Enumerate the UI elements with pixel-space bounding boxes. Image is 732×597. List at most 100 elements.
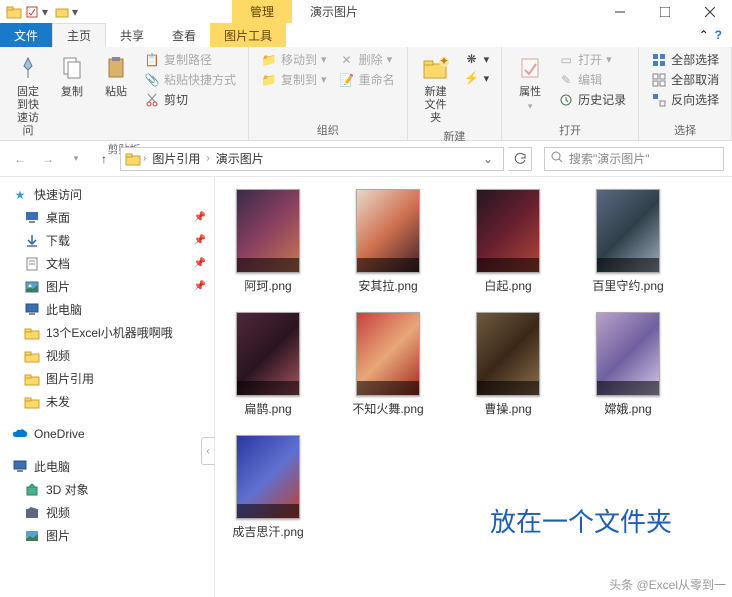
- paste-shortcut-button[interactable]: 📎粘贴快捷方式: [140, 70, 240, 89]
- file-item[interactable]: 百里守约.png: [583, 189, 673, 294]
- sidebar-item-icon: [24, 279, 40, 295]
- file-name: 嫦娥.png: [604, 400, 651, 417]
- close-button[interactable]: [687, 0, 732, 23]
- qat-menu-icon[interactable]: ▾: [72, 5, 82, 19]
- tab-file[interactable]: 文件: [0, 23, 52, 47]
- annotation-text: 放在一个文件夹: [490, 502, 672, 539]
- help-icon[interactable]: ?: [715, 28, 722, 42]
- title-bar: ▾ ▾ 管理 演示图片: [0, 0, 732, 23]
- new-item-button[interactable]: ❋ ▾: [460, 50, 494, 68]
- sidebar-item[interactable]: 图片引用: [0, 367, 214, 390]
- paste-button[interactable]: 粘贴: [96, 50, 136, 101]
- move-icon: 📁: [261, 52, 277, 68]
- cut-button[interactable]: 剪切: [140, 90, 240, 109]
- sidebar-item[interactable]: 视频: [0, 501, 214, 524]
- sidebar-item[interactable]: 下载📌: [0, 229, 214, 252]
- invert-selection-button[interactable]: 反向选择: [647, 90, 723, 109]
- file-item[interactable]: 曹操.png: [463, 312, 553, 417]
- sidebar-item[interactable]: 桌面📌: [0, 206, 214, 229]
- tab-share[interactable]: 共享: [106, 23, 158, 47]
- maximize-button[interactable]: [642, 0, 687, 23]
- pin-to-quick-access-button[interactable]: 固定到快 速访问: [8, 50, 48, 140]
- file-item[interactable]: 安其拉.png: [343, 189, 433, 294]
- file-thumbnail: [236, 189, 300, 273]
- tab-home[interactable]: 主页: [52, 23, 106, 47]
- sidebar-item[interactable]: 3D 对象: [0, 478, 214, 501]
- file-item[interactable]: 阿珂.png: [223, 189, 313, 294]
- refresh-button[interactable]: [508, 147, 532, 171]
- file-item[interactable]: 扁鹊.png: [223, 312, 313, 417]
- up-button[interactable]: ↑: [92, 147, 116, 171]
- history-button[interactable]: 历史记录: [554, 90, 630, 109]
- file-name: 成吉思汗.png: [232, 523, 303, 540]
- sidebar-onedrive[interactable]: OneDrive: [0, 423, 214, 445]
- file-item[interactable]: 白起.png: [463, 189, 553, 294]
- delete-button[interactable]: ✕删除 ▾: [335, 50, 399, 69]
- file-name: 扁鹊.png: [244, 400, 291, 417]
- properties-icon: [514, 52, 546, 84]
- file-item[interactable]: 成吉思汗.png: [223, 435, 313, 540]
- sidebar-item-icon: [24, 325, 40, 341]
- file-view[interactable]: 阿珂.png 安其拉.png 白起.png 百里守约.png 扁鹊.png 不知火舞.pn…: [215, 177, 732, 597]
- sidebar-item[interactable]: 图片📌: [0, 275, 214, 298]
- sidebar-item[interactable]: 视频: [0, 344, 214, 367]
- sidebar-quick-access[interactable]: ★快速访问: [0, 183, 214, 206]
- tab-view[interactable]: 查看: [158, 23, 210, 47]
- select-all-button[interactable]: 全部选择: [647, 50, 723, 69]
- new-item-icon: ❋: [464, 51, 480, 67]
- file-name: 不知火舞.png: [352, 400, 423, 417]
- sidebar-item-icon: [24, 233, 40, 249]
- delete-icon: ✕: [339, 52, 355, 68]
- sidebar-item[interactable]: 图片: [0, 524, 214, 547]
- sidebar-item-label: 桌面: [46, 209, 70, 226]
- sidebar-item[interactable]: 文档📌: [0, 252, 214, 275]
- select-none-button[interactable]: 全部取消: [647, 70, 723, 89]
- sidebar-item-icon: [24, 482, 40, 498]
- selectnone-icon: [651, 72, 667, 88]
- copy-path-button[interactable]: 📋复制路径: [140, 50, 240, 69]
- ribbon-collapse-icon[interactable]: ⌃: [699, 28, 709, 42]
- copy-to-button[interactable]: 📁复制到 ▾: [257, 70, 331, 89]
- properties-icon[interactable]: [24, 4, 40, 20]
- move-to-button[interactable]: 📁移动到 ▾: [257, 50, 331, 69]
- file-item[interactable]: 嫦娥.png: [583, 312, 673, 417]
- quick-access-toolbar: ▾ ▾: [0, 4, 82, 20]
- sidebar-collapse-handle[interactable]: ‹: [201, 437, 215, 465]
- chevron-icon[interactable]: ›: [143, 153, 146, 164]
- breadcrumb-dropdown-icon[interactable]: ⌄: [477, 152, 499, 166]
- sidebar-item[interactable]: 此电脑: [0, 298, 214, 321]
- recent-dropdown[interactable]: ▾: [64, 147, 88, 171]
- file-item[interactable]: 不知火舞.png: [343, 312, 433, 417]
- rename-button[interactable]: 📝重命名: [335, 70, 399, 89]
- rename-icon: 📝: [339, 72, 355, 88]
- easy-access-button[interactable]: ⚡ ▾: [460, 69, 494, 87]
- cut-icon: [144, 92, 160, 108]
- navigation-pane[interactable]: ★快速访问 桌面📌下载📌文档📌图片📌 此电脑13个Excel小机器哦啊哦视频图片…: [0, 177, 215, 597]
- qat-dropdown-icon[interactable]: ▾: [42, 5, 52, 19]
- file-thumbnail: [356, 189, 420, 273]
- sidebar-item[interactable]: 13个Excel小机器哦啊哦: [0, 321, 214, 344]
- breadcrumb-seg-1[interactable]: 图片引用: [148, 150, 204, 167]
- edit-button[interactable]: ✎编辑: [554, 70, 630, 89]
- tab-picture-tools[interactable]: 图片工具: [210, 23, 286, 47]
- new-folder-button[interactable]: ✦ 新建 文件夹: [416, 50, 456, 127]
- open-button[interactable]: ▭打开 ▾: [554, 50, 630, 69]
- file-name: 曹操.png: [484, 400, 531, 417]
- forward-button[interactable]: →: [36, 147, 60, 171]
- search-input[interactable]: 搜索"演示图片": [544, 147, 724, 171]
- contextual-tabs: 管理 演示图片: [232, 0, 376, 23]
- context-tab-manage[interactable]: 管理: [232, 0, 292, 23]
- chevron-icon[interactable]: ›: [206, 153, 209, 164]
- sidebar-item[interactable]: 未发: [0, 390, 214, 413]
- properties-button[interactable]: 属性▾: [510, 50, 550, 114]
- sidebar-this-pc[interactable]: 此电脑: [0, 455, 214, 478]
- file-thumbnail: [356, 312, 420, 396]
- copy-button[interactable]: 复制: [52, 50, 92, 101]
- breadcrumb[interactable]: › 图片引用 › 演示图片 ⌄: [120, 147, 504, 171]
- minimize-button[interactable]: [597, 0, 642, 23]
- breadcrumb-seg-2[interactable]: 演示图片: [212, 150, 268, 167]
- sidebar-item-icon: [24, 256, 40, 272]
- back-button[interactable]: ←: [8, 147, 32, 171]
- paste-icon: [100, 52, 132, 84]
- sidebar-item-icon: [24, 348, 40, 364]
